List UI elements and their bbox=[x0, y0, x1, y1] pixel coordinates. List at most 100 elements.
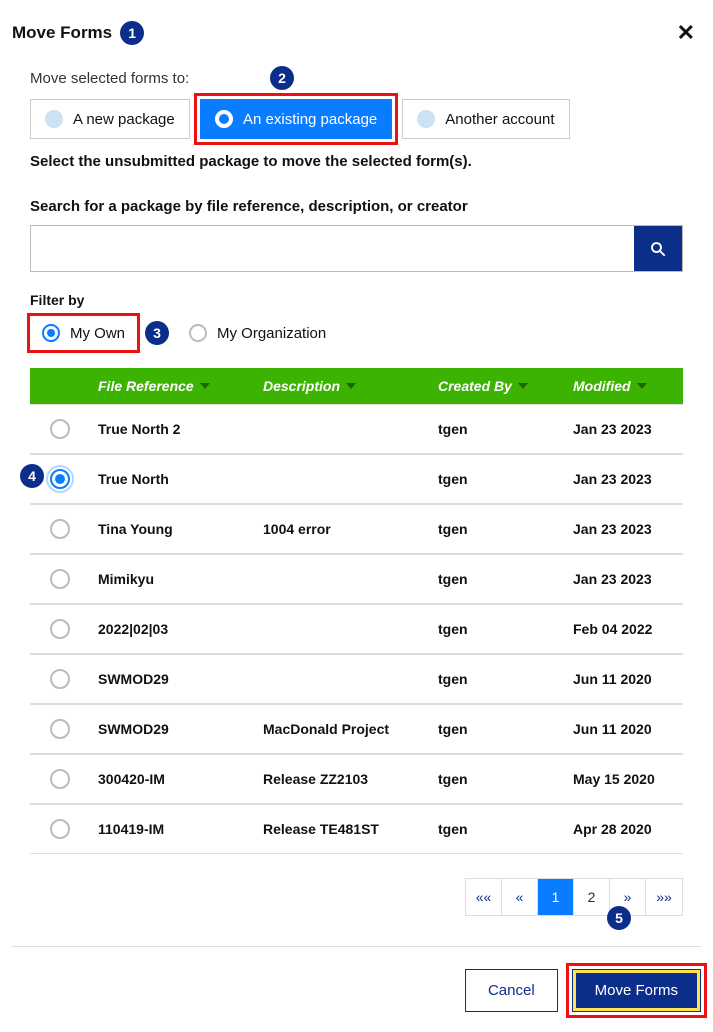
cell-file-reference: True North bbox=[90, 455, 255, 503]
table-row[interactable]: SWMOD29MacDonald ProjecttgenJun 11 2020 bbox=[30, 704, 683, 754]
radio-icon bbox=[45, 110, 63, 128]
cell-modified: Jan 23 2023 bbox=[565, 405, 683, 453]
move-forms-button[interactable]: Move Forms bbox=[572, 969, 701, 1012]
cell-description bbox=[255, 555, 430, 603]
cancel-button[interactable]: Cancel bbox=[465, 969, 558, 1012]
row-radio[interactable] bbox=[50, 669, 70, 689]
cell-file-reference: Mimikyu bbox=[90, 555, 255, 603]
col-modified[interactable]: Modified bbox=[565, 368, 683, 404]
col-select bbox=[30, 368, 90, 404]
table-row[interactable]: 300420-IMRelease ZZ2103tgenMay 15 2020 bbox=[30, 754, 683, 804]
filter-my-organization-label: My Organization bbox=[217, 325, 326, 342]
option-existing-package-label: An existing package bbox=[243, 111, 377, 128]
cell-created-by: tgen bbox=[430, 455, 565, 503]
cell-modified: Jun 11 2020 bbox=[565, 655, 683, 703]
pagination: «« « 1 2 » »» bbox=[30, 878, 683, 916]
table-header-row: File Reference Description Created By Mo… bbox=[30, 368, 683, 404]
cell-modified: Jan 23 2023 bbox=[565, 505, 683, 553]
table-row[interactable]: 110419-IMRelease TE481STtgenApr 28 2020 bbox=[30, 804, 683, 854]
sort-caret-icon bbox=[346, 383, 356, 389]
table-row[interactable]: True North 2 tgenJan 23 2023 bbox=[30, 404, 683, 454]
pager-first[interactable]: «« bbox=[466, 879, 502, 915]
cell-created-by: tgen bbox=[430, 755, 565, 803]
col-description-label: Description bbox=[263, 378, 340, 394]
search-button[interactable] bbox=[634, 226, 682, 271]
cell-description: Release ZZ2103 bbox=[255, 755, 430, 803]
option-existing-package[interactable]: An existing package bbox=[200, 99, 392, 139]
radio-icon bbox=[215, 110, 233, 128]
search-label: Search for a package by file reference, … bbox=[30, 198, 683, 215]
pager-page-2[interactable]: 2 bbox=[574, 879, 610, 915]
move-to-label-text: Move selected forms to: bbox=[30, 70, 189, 87]
sort-caret-icon bbox=[518, 383, 528, 389]
sort-caret-icon bbox=[637, 383, 647, 389]
col-modified-label: Modified bbox=[573, 378, 631, 394]
filter-my-own[interactable]: My Own bbox=[30, 316, 137, 350]
dialog-title: Move Forms bbox=[12, 23, 112, 43]
cell-file-reference: 110419-IM bbox=[90, 805, 255, 853]
cell-file-reference: True North 2 bbox=[90, 405, 255, 453]
search-icon bbox=[649, 240, 667, 258]
search-input[interactable] bbox=[31, 226, 634, 271]
cell-modified: Jan 23 2023 bbox=[565, 455, 683, 503]
cell-created-by: tgen bbox=[430, 805, 565, 853]
row-radio[interactable] bbox=[50, 619, 70, 639]
table-row[interactable]: MimikyutgenJan 23 2023 bbox=[30, 554, 683, 604]
row-radio[interactable] bbox=[50, 719, 70, 739]
filter-by-label: Filter by bbox=[30, 292, 683, 308]
cell-file-reference: 300420-IM bbox=[90, 755, 255, 803]
col-description[interactable]: Description bbox=[255, 368, 430, 404]
cell-file-reference: SWMOD29 bbox=[90, 655, 255, 703]
option-new-package-label: A new package bbox=[73, 111, 175, 128]
cell-modified: Apr 28 2020 bbox=[565, 805, 683, 853]
radio-icon bbox=[189, 324, 207, 342]
col-file-reference[interactable]: File Reference bbox=[90, 368, 255, 404]
sort-caret-icon bbox=[200, 383, 210, 389]
cell-modified: May 15 2020 bbox=[565, 755, 683, 803]
cell-created-by: tgen bbox=[430, 405, 565, 453]
row-radio[interactable] bbox=[50, 569, 70, 589]
radio-icon bbox=[42, 324, 60, 342]
col-file-reference-label: File Reference bbox=[98, 378, 194, 394]
cell-description bbox=[255, 605, 430, 653]
row-radio[interactable] bbox=[50, 819, 70, 839]
cell-file-reference: SWMOD29 bbox=[90, 705, 255, 753]
filter-options: My Own 3 My Organization bbox=[30, 316, 683, 350]
cell-description: Release TE481ST bbox=[255, 805, 430, 853]
cell-created-by: tgen bbox=[430, 605, 565, 653]
cell-file-reference: Tina Young bbox=[90, 505, 255, 553]
table-row[interactable]: Tina Young1004 errortgenJan 23 2023 bbox=[30, 504, 683, 554]
instruction-text: Select the unsubmitted package to move t… bbox=[30, 153, 683, 170]
table-row[interactable]: SWMOD29 tgenJun 11 2020 bbox=[30, 654, 683, 704]
pager-page-1[interactable]: 1 bbox=[538, 879, 574, 915]
cell-file-reference: 2022|02|03 bbox=[90, 605, 255, 653]
annotation-badge-3: 3 bbox=[145, 321, 169, 345]
cell-created-by: tgen bbox=[430, 655, 565, 703]
row-radio[interactable] bbox=[50, 519, 70, 539]
search-bar bbox=[30, 225, 683, 272]
table-row[interactable]: 2022|02|03tgenFeb 04 2022 bbox=[30, 604, 683, 654]
cell-description bbox=[255, 455, 430, 503]
col-created-by-label: Created By bbox=[438, 378, 512, 394]
row-radio[interactable] bbox=[50, 419, 70, 439]
table-row[interactable]: True North tgenJan 23 2023 bbox=[30, 454, 683, 504]
annotation-badge-2: 2 bbox=[270, 66, 294, 90]
filter-my-own-label: My Own bbox=[70, 325, 125, 342]
cell-modified: Jan 23 2023 bbox=[565, 555, 683, 603]
annotation-badge-4: 4 bbox=[20, 464, 44, 488]
option-new-package[interactable]: A new package bbox=[30, 99, 190, 139]
cell-description: 1004 error bbox=[255, 505, 430, 553]
col-created-by[interactable]: Created By bbox=[430, 368, 565, 404]
cell-description bbox=[255, 655, 430, 703]
pager-last[interactable]: »» bbox=[646, 879, 682, 915]
pager-prev[interactable]: « bbox=[502, 879, 538, 915]
radio-icon bbox=[417, 110, 435, 128]
option-another-account[interactable]: Another account bbox=[402, 99, 569, 139]
cell-description bbox=[255, 405, 430, 453]
destination-options: A new package An existing package Anothe… bbox=[30, 99, 683, 139]
dialog-header: Move Forms 1 ✕ bbox=[12, 20, 701, 46]
row-radio[interactable] bbox=[50, 769, 70, 789]
filter-my-organization[interactable]: My Organization bbox=[177, 316, 338, 350]
close-icon[interactable]: ✕ bbox=[671, 20, 701, 46]
row-radio[interactable] bbox=[50, 469, 70, 489]
